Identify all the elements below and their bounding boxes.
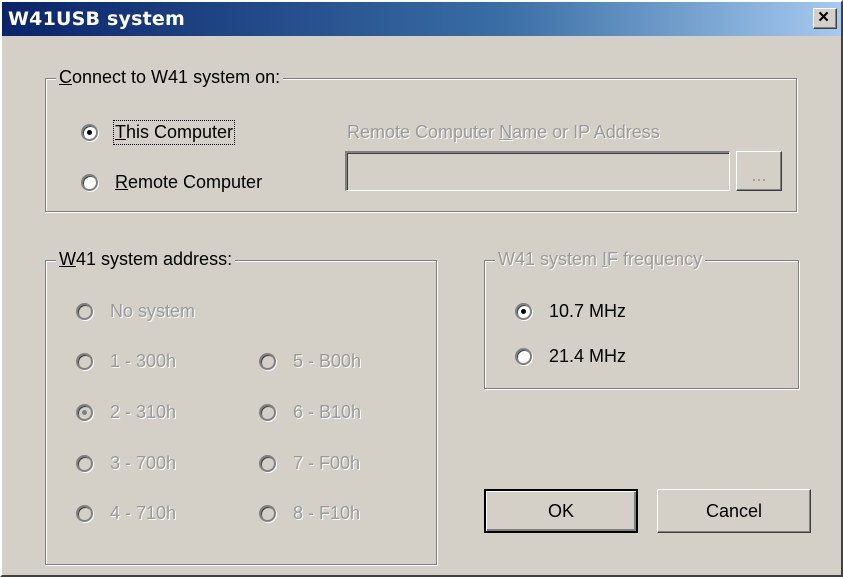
radio-remote-computer-indicator[interactable] <box>81 174 98 191</box>
radio-indicator[interactable] <box>76 303 93 320</box>
remote-name-label: Remote Computer Name or IP Address <box>347 122 660 142</box>
radio-if-label: 10.7 MHz <box>549 301 627 321</box>
close-icon: × <box>818 7 830 28</box>
if-frequency-group: W41 system IF frequency <box>484 249 799 389</box>
dialog-window: W41USB system × Connect to W41 system on… <box>0 0 843 577</box>
radio-this-computer-label[interactable]: This Computer <box>112 120 236 145</box>
radio-address-label: 3 - 700h <box>110 453 177 473</box>
radio-indicator[interactable] <box>259 455 276 472</box>
radio-remote-computer-label[interactable]: Remote Computer <box>115 172 262 193</box>
close-button[interactable]: × <box>813 7 837 29</box>
remote-address-input[interactable] <box>345 151 730 191</box>
browse-button[interactable]: ... <box>736 151 782 191</box>
radio-indicator[interactable] <box>259 353 276 370</box>
radio-address-label: 8 - F10h <box>293 503 361 523</box>
address-group: W41 system address: <box>45 249 437 565</box>
radio-address-label: 1 - 300h <box>110 351 177 371</box>
address-group-legend: W41 system address: <box>56 249 236 270</box>
radio-this-computer-indicator[interactable] <box>81 124 98 141</box>
connect-group-legend: Connect to W41 system on: <box>56 67 284 88</box>
radio-address-label: No system <box>110 301 196 321</box>
radio-indicator[interactable] <box>76 455 93 472</box>
radio-indicator[interactable] <box>76 353 93 370</box>
radio-address-label: 4 - 710h <box>110 503 177 523</box>
ok-button[interactable]: OK <box>484 489 638 533</box>
radio-indicator[interactable] <box>76 404 93 421</box>
radio-address-label: 7 - F00h <box>293 453 361 473</box>
cancel-button[interactable]: Cancel <box>657 489 811 533</box>
radio-indicator[interactable] <box>515 303 532 320</box>
radio-address-label: 5 - B00h <box>293 351 362 371</box>
radio-address-label: 6 - B10h <box>293 402 362 422</box>
radio-indicator[interactable] <box>515 348 532 365</box>
window-title: W41USB system <box>8 8 185 30</box>
title-bar[interactable]: W41USB system × <box>2 2 841 36</box>
radio-if-label: 21.4 MHz <box>549 346 627 366</box>
radio-indicator[interactable] <box>76 505 93 522</box>
radio-indicator[interactable] <box>259 404 276 421</box>
radio-indicator[interactable] <box>259 505 276 522</box>
if-frequency-legend: W41 system IF frequency <box>495 249 706 270</box>
radio-address-label: 2 - 310h <box>110 402 177 422</box>
